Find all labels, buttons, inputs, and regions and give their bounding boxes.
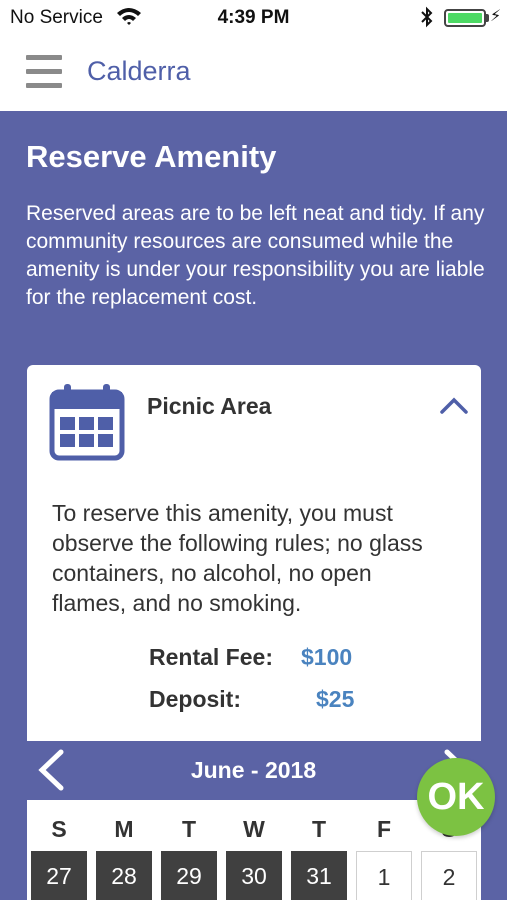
- weekday-header: T: [181, 816, 197, 842]
- status-bar: No Service 4:39 PM ⚡: [0, 0, 507, 36]
- calendar-day[interactable]: 1: [356, 851, 412, 900]
- calendar-day[interactable]: 2: [421, 851, 477, 900]
- weekday-header: F: [376, 816, 392, 842]
- rental-fee-value: $100: [301, 644, 353, 670]
- page-title: Reserve Amenity: [26, 139, 277, 174]
- weekday-header: T: [311, 816, 327, 842]
- ok-button[interactable]: OK: [417, 758, 495, 836]
- calendar-icon: [49, 384, 125, 461]
- amenity-card: Picnic Area To reserve this amenity, you…: [27, 365, 481, 741]
- rental-fee-label: Rental Fee:: [149, 644, 273, 670]
- amenity-rules: To reserve this amenity, you must observ…: [52, 500, 423, 616]
- weekday-header: W: [243, 816, 265, 842]
- bluetooth-icon: [421, 6, 433, 28]
- calendar-day: 28: [96, 851, 152, 900]
- calendar-day: 30: [226, 851, 282, 900]
- calendar-day: 27: [31, 851, 87, 900]
- calendar-day: 31: [291, 851, 347, 900]
- weekday-header: M: [114, 816, 134, 842]
- app-title: Calderra: [87, 56, 191, 86]
- weekday-header: S: [51, 816, 67, 842]
- nav-bar: Calderra: [0, 36, 507, 111]
- calendar-grid: S M T W T F S 27 28 29 30 31 1 2: [27, 800, 481, 900]
- battery-nub: [486, 14, 489, 22]
- amenity-name: Picnic Area: [147, 393, 272, 419]
- deposit-value: $25: [316, 686, 355, 712]
- calendar-day: 29: [161, 851, 217, 900]
- hamburger-menu-icon[interactable]: [26, 55, 62, 89]
- charging-icon: ⚡: [490, 8, 502, 25]
- intro-text: Reserved areas are to be left neat and t…: [26, 202, 485, 309]
- battery-icon: [444, 9, 486, 27]
- deposit-label: Deposit:: [149, 686, 241, 712]
- chevron-up-icon[interactable]: [439, 395, 469, 415]
